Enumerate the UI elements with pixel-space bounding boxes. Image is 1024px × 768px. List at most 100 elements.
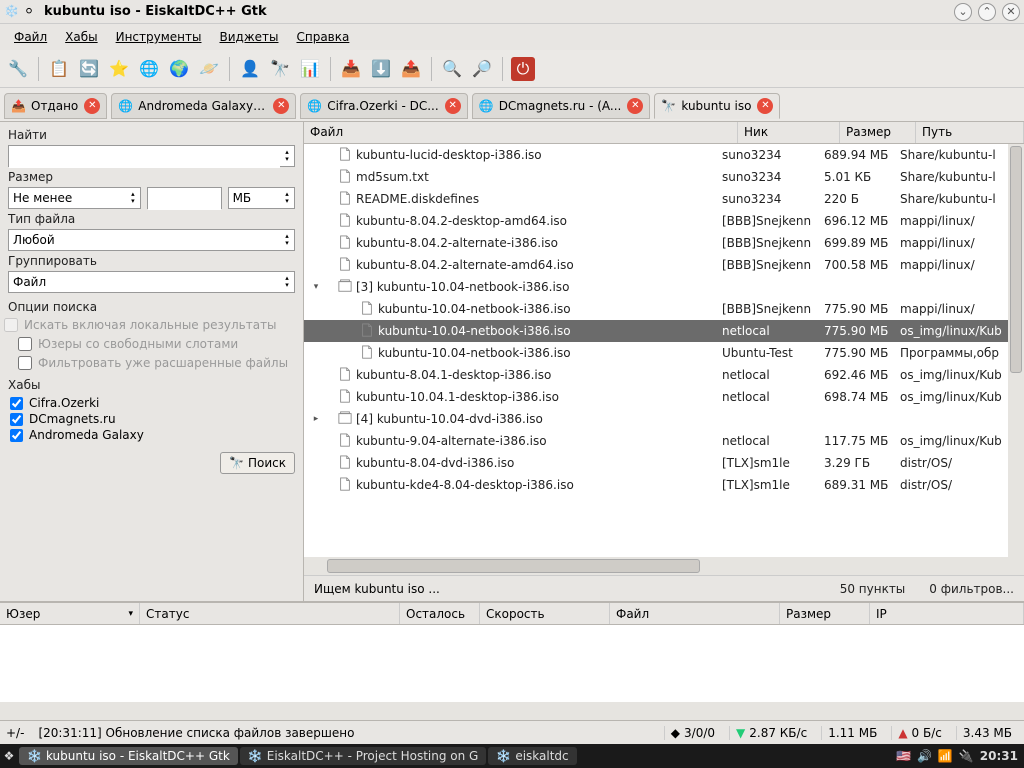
maximize-button[interactable]: ⌃ xyxy=(978,3,996,21)
tab-2[interactable]: 🌐Cifra.Ozerki - DC...✕ xyxy=(300,93,467,119)
tab-close-icon[interactable]: ✕ xyxy=(84,98,100,114)
tool-arrow-down-icon[interactable]: ⬇️ xyxy=(369,57,393,81)
tab-label: kubuntu iso xyxy=(681,99,751,113)
tcol-status[interactable]: Статус xyxy=(140,603,400,624)
result-row[interactable]: kubuntu-8.04.2-alternate-amd64.iso[BBB]S… xyxy=(304,254,1008,276)
opt-shared-checkbox[interactable] xyxy=(18,356,32,370)
tcol-user[interactable]: Юзер▾ xyxy=(0,603,140,624)
tcol-size[interactable]: Размер xyxy=(780,603,870,624)
col-file[interactable]: Файл xyxy=(304,122,738,143)
tool-search-icon[interactable]: 🔭 xyxy=(268,57,292,81)
close-button[interactable]: ✕ xyxy=(1002,3,1020,21)
tcol-speed[interactable]: Скорость xyxy=(480,603,610,624)
menu-help[interactable]: Справка xyxy=(288,26,357,48)
minimize-button[interactable]: ⌄ xyxy=(954,3,972,21)
expander-icon[interactable]: ▸ xyxy=(310,414,322,424)
result-row[interactable]: md5sum.txtsuno32345.01 КБShare/kubuntu-l xyxy=(304,166,1008,188)
result-row[interactable]: kubuntu-10.04-netbook-i386.isoUbuntu-Tes… xyxy=(304,342,1008,364)
tab-0[interactable]: 📤Отдано✕ xyxy=(4,93,107,119)
tcol-ip[interactable]: IP xyxy=(870,603,1024,624)
tcol-file[interactable]: Файл xyxy=(610,603,780,624)
tcol-remaining[interactable]: Осталось xyxy=(400,603,480,624)
find-input[interactable] xyxy=(9,146,280,168)
find-input-wrap[interactable]: ▴▾ xyxy=(8,145,295,167)
tab-close-icon[interactable]: ✕ xyxy=(757,98,773,114)
result-row[interactable]: kubuntu-8.04.1-desktop-i386.isonetlocal6… xyxy=(304,364,1008,386)
result-row[interactable]: kubuntu-10.04-netbook-i386.isonetlocal77… xyxy=(304,320,1008,342)
transfers-body[interactable] xyxy=(0,625,1024,702)
tray-sound-icon[interactable]: 🔊 xyxy=(917,749,932,763)
taskbar-task[interactable]: ❄️EiskaltDC++ - Project Hosting on G xyxy=(240,747,487,765)
tab-1[interactable]: 🌐Andromeda Galaxy ...✕ xyxy=(111,93,296,119)
size-value-input[interactable] xyxy=(148,188,221,210)
search-button[interactable]: 🔭Поиск xyxy=(220,452,295,474)
menu-hubs[interactable]: Хабы xyxy=(57,26,105,48)
tool-chart-icon[interactable]: 📊 xyxy=(298,57,322,81)
result-row[interactable]: kubuntu-lucid-desktop-i386.isosuno323468… xyxy=(304,144,1008,166)
tray-flag-icon[interactable]: 🇺🇸 xyxy=(896,749,911,763)
taskbar-task[interactable]: ❄️kubuntu iso - EiskaltDC++ Gtk xyxy=(19,747,238,765)
clock[interactable]: 20:31 xyxy=(980,749,1018,763)
file-nick: netlocal xyxy=(722,390,824,404)
tab-close-icon[interactable]: ✕ xyxy=(627,98,643,114)
file-name: kubuntu-8.04.2-alternate-amd64.iso xyxy=(356,258,574,272)
tool-globe-icon[interactable]: 🌐 xyxy=(137,57,161,81)
result-row[interactable]: kubuntu-8.04.2-desktop-amd64.iso[BBB]Sne… xyxy=(304,210,1008,232)
col-path[interactable]: Путь xyxy=(916,122,1024,143)
tool-magnify-icon[interactable]: 🔍 xyxy=(440,57,464,81)
result-row[interactable]: kubuntu-10.04-netbook-i386.iso[BBB]Snejk… xyxy=(304,298,1008,320)
tool-users-icon[interactable]: 👤 xyxy=(238,57,262,81)
result-row[interactable]: kubuntu-8.04-dvd-i386.iso[TLX]sm1le3.29 … xyxy=(304,452,1008,474)
result-row[interactable]: README.diskdefinessuno3234220 БShare/kub… xyxy=(304,188,1008,210)
tool-favhubs-icon[interactable]: ⭐ xyxy=(107,57,131,81)
tool-world-icon[interactable]: 🌍 xyxy=(167,57,191,81)
result-row[interactable]: kubuntu-kde4-8.04-desktop-i386.iso[TLX]s… xyxy=(304,474,1008,496)
hub-checkbox-2[interactable] xyxy=(10,429,23,442)
result-row[interactable]: ▾[3] kubuntu-10.04-netbook-i386.iso xyxy=(304,276,1008,298)
tray-network-icon[interactable]: 📶 xyxy=(938,749,953,763)
menu-tools[interactable]: Инструменты xyxy=(108,26,210,48)
type-select[interactable]: Любой▴▾ xyxy=(8,229,295,251)
results-body[interactable]: kubuntu-lucid-desktop-i386.isosuno323468… xyxy=(304,144,1024,557)
file-name: kubuntu-kde4-8.04-desktop-i386.iso xyxy=(356,478,574,492)
tab-close-icon[interactable]: ✕ xyxy=(445,98,461,114)
tool-zoom-icon[interactable]: 🔎 xyxy=(470,57,494,81)
menu-file[interactable]: Файл xyxy=(6,26,55,48)
result-row[interactable]: kubuntu-8.04.2-alternate-i386.iso[BBB]Sn… xyxy=(304,232,1008,254)
result-row[interactable]: kubuntu-10.04.1-desktop-i386.iso netlocal… xyxy=(304,386,1008,408)
menu-widgets[interactable]: Виджеты xyxy=(211,26,286,48)
taskbar-task[interactable]: ❄️eiskaltdc xyxy=(488,747,576,765)
file-path: distr/OS/ xyxy=(900,456,1008,470)
expander-icon[interactable]: ▾ xyxy=(310,282,322,292)
file-name: kubuntu-10.04.1-desktop-i386.iso xyxy=(356,390,559,404)
transfers-scrollbar[interactable] xyxy=(0,702,1024,720)
tab-close-icon[interactable]: ✕ xyxy=(273,98,289,114)
hub-label: Andromeda Galaxy xyxy=(29,428,144,442)
horizontal-scrollbar[interactable] xyxy=(304,557,1024,575)
tool-power-icon[interactable]: ⏻ xyxy=(511,57,535,81)
vertical-scrollbar[interactable] xyxy=(1008,144,1024,557)
col-size[interactable]: Размер xyxy=(840,122,916,143)
opt-local-checkbox[interactable] xyxy=(4,318,18,332)
hub-checkbox-1[interactable] xyxy=(10,413,23,426)
tool-upload-icon[interactable]: 📤 xyxy=(399,57,423,81)
size-unit-select[interactable]: МБ▴▾ xyxy=(228,187,295,209)
result-row[interactable]: kubuntu-9.04-alternate-i386.isonetlocal1… xyxy=(304,430,1008,452)
tray-battery-icon[interactable]: 🔌 xyxy=(959,749,974,763)
opts-label: Опции поиска xyxy=(8,300,295,314)
tool-refresh-icon[interactable]: 🔄 xyxy=(77,57,101,81)
tab-3[interactable]: 🌐DCmagnets.ru - (A...✕ xyxy=(472,93,651,119)
status-toggle[interactable]: +/- xyxy=(6,726,24,740)
size-mode-select[interactable]: Не менее▴▾ xyxy=(8,187,141,209)
tab-4[interactable]: 🔭kubuntu iso✕ xyxy=(654,93,780,119)
tool-download-icon[interactable]: 📥 xyxy=(339,57,363,81)
hub-checkbox-0[interactable] xyxy=(10,397,23,410)
group-select[interactable]: Файл▴▾ xyxy=(8,271,295,293)
opt-slots-checkbox[interactable] xyxy=(18,337,32,351)
tool-hublist-icon[interactable]: 📋 xyxy=(47,57,71,81)
tool-planet-icon[interactable]: 🪐 xyxy=(197,57,221,81)
col-nick[interactable]: Ник xyxy=(738,122,840,143)
start-button[interactable]: ❖ xyxy=(0,749,18,763)
result-row[interactable]: ▸[4] kubuntu-10.04-dvd-i386.iso xyxy=(304,408,1008,430)
tool-connect-icon[interactable]: 🔧 xyxy=(6,57,30,81)
